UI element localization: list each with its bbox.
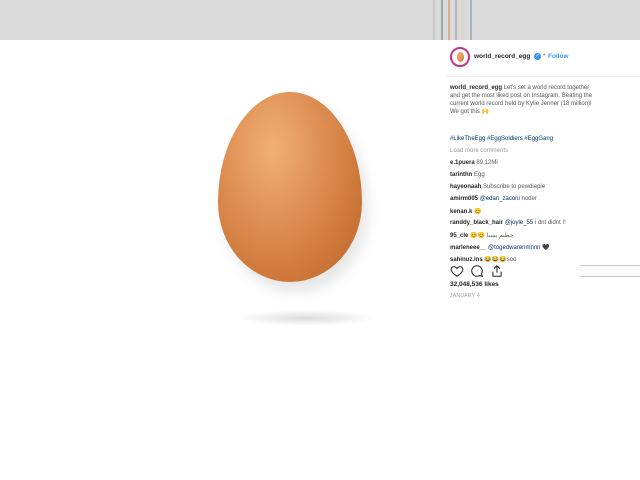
post-sidebar: world_record_egg ✓ • Follow world_record… — [446, 40, 640, 480]
comment-user[interactable]: 95_cle — [450, 233, 468, 239]
glitch-stripe — [455, 0, 457, 40]
post-caption: world_record_egg Let's set a world recor… — [450, 84, 600, 116]
comment-text: 89.12Mi — [476, 160, 498, 166]
hashtags[interactable]: #LikeTheEgg #EggSoldiers #EggGang — [450, 136, 553, 142]
add-comment-field[interactable] — [580, 265, 640, 277]
verified-badge-icon: ✓ — [534, 53, 541, 60]
comment-user[interactable]: e.1puera — [450, 160, 475, 166]
likes-count[interactable]: 32,048,536 likes — [450, 281, 499, 288]
comment-user[interactable]: hayeonaah — [450, 184, 481, 190]
comment: kenan.k 😊 — [450, 208, 482, 215]
glitch-stripe — [433, 0, 435, 40]
comment-user[interactable]: sahinuz.ins — [450, 257, 483, 263]
glitch-stripe — [441, 0, 443, 40]
post-header: world_record_egg ✓ • Follow — [446, 40, 640, 77]
comment-text: 😂😂😂soo — [484, 257, 517, 263]
comment: sahinuz.ins 😂😂😂soo — [450, 256, 516, 263]
comment: hayeonaah Subscribe to pewdiepie — [450, 184, 545, 190]
comment-text: i dnt didnt !! — [533, 220, 566, 226]
comment-user[interactable]: marleneee__ — [450, 245, 486, 251]
load-more-comments[interactable]: Load more comments — [450, 148, 508, 154]
comment: e.1puera 89.12Mi — [450, 160, 498, 166]
separator-dot: • — [543, 52, 546, 59]
post-date: JANUARY 4 — [450, 293, 481, 299]
glitch-stripe — [462, 0, 464, 40]
comment-user[interactable]: amirm005 — [450, 196, 478, 202]
post-photo[interactable] — [0, 40, 446, 480]
post-actions — [450, 264, 510, 278]
comment-user[interactable]: randdy_black_hair — [450, 220, 503, 226]
comment-text: Egg — [474, 172, 485, 178]
comment-text: 😊 — [474, 209, 482, 215]
comment-mention[interactable]: @togedwarenmnnn — [488, 245, 540, 251]
egg-shadow — [236, 310, 376, 326]
glitch-stripe — [448, 0, 450, 40]
comment: 95_cle 😊😊 حظنم يسنا — [450, 232, 513, 239]
comment-user[interactable]: kenan.k — [450, 209, 472, 215]
caption-username[interactable]: world_record_egg — [450, 85, 502, 91]
share-icon[interactable] — [490, 264, 504, 278]
comment-user[interactable]: tarinthn — [450, 172, 472, 178]
comment-mention[interactable]: @joyle_55 — [505, 220, 533, 226]
glitch-stripe — [470, 0, 472, 40]
comment-text: 😊😊 حظنم يسنا — [470, 233, 514, 239]
comment-icon[interactable] — [470, 264, 484, 278]
username[interactable]: world_record_egg — [474, 53, 530, 60]
follow-button[interactable]: Follow — [548, 53, 569, 60]
avatar[interactable] — [450, 47, 470, 67]
heart-icon[interactable] — [450, 264, 464, 278]
comment: marleneee__ @togedwarenmnnn 🖤 — [450, 244, 550, 251]
comment: tarinthn Egg — [450, 172, 485, 178]
comment: randdy_black_hair @joyle_55 i dnt didnt … — [450, 220, 566, 226]
comment: amirm005 @edan_zaconi noder — [450, 196, 537, 202]
comment-mention[interactable]: @edan_zaconi — [480, 196, 520, 202]
comment-text: 🖤 — [540, 245, 550, 251]
comment-text: noder — [519, 196, 537, 202]
browser-top-bar — [0, 0, 640, 40]
comment-text: Subscribe to pewdiepie — [483, 184, 546, 190]
avatar-egg-icon — [457, 52, 464, 62]
